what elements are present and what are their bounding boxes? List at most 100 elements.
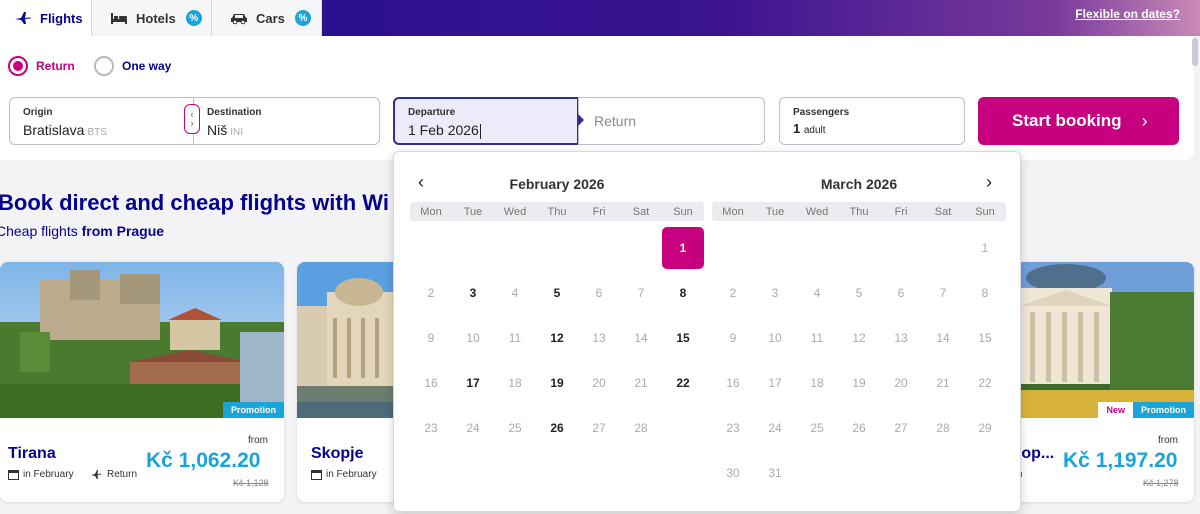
calendar-day[interactable]: 11 [494,317,536,359]
tab-label: Flights [40,10,83,26]
destination-field[interactable]: Destination Niš INI [193,97,380,145]
calendar-day[interactable]: 22 [662,362,704,404]
start-booking-button[interactable]: Start booking › [978,97,1179,145]
calendar-day[interactable]: 28 [620,407,662,449]
calendar-day[interactable]: 24 [754,407,796,449]
calendar-day[interactable]: 3 [452,272,494,314]
one-way-radio[interactable]: One way [94,56,171,76]
calendar-day[interactable]: 16 [410,362,452,404]
calendar-day[interactable]: 15 [662,317,704,359]
origin-field[interactable]: Origin Bratislava BTS [9,97,194,145]
weekday-label: Thu [547,206,567,218]
weekday-header: Mon Tue Wed Thu Fri Sat Sun [410,202,704,221]
calendar-day[interactable]: 26 [536,407,578,449]
calendar-day[interactable]: 17 [754,362,796,404]
calendar-day[interactable]: 2 [712,272,754,314]
calendar-day[interactable]: 5 [838,272,880,314]
date-picker: ‹ › February 2026 March 2026 Mon Tue Wed Th… [393,151,1021,512]
destination-value: Niš INI [207,122,243,138]
subheading-bold[interactable]: from Prague [82,223,164,239]
calendar-day[interactable]: 25 [494,407,536,449]
calendar-day[interactable]: 19 [536,362,578,404]
calendar-day[interactable]: 10 [754,317,796,359]
calendar-day[interactable]: 19 [838,362,880,404]
calendar-day[interactable]: 6 [880,272,922,314]
calendar-day[interactable]: 9 [410,317,452,359]
calendar-day[interactable]: 17 [452,362,494,404]
passengers-field[interactable]: Passengers 1 adult [779,97,965,145]
calendar-day[interactable]: 14 [922,317,964,359]
subheading-prefix: Cheap flights [0,223,82,239]
calendar-day[interactable]: 16 [712,362,754,404]
calendar-day[interactable]: 13 [578,317,620,359]
calendar-day[interactable]: 4 [494,272,536,314]
calendar-day[interactable]: 21 [922,362,964,404]
calendar-day[interactable]: 27 [880,407,922,449]
calendar-day[interactable]: 21 [620,362,662,404]
calendar-day[interactable]: 18 [494,362,536,404]
calendar-day[interactable]: 10 [452,317,494,359]
weekday-label: Fri [894,206,908,218]
calendar-day[interactable]: 9 [712,317,754,359]
flexible-dates-link[interactable]: Flexible on dates? [1075,7,1180,21]
calendar-day[interactable]: 25 [796,407,838,449]
calendar-day[interactable]: 28 [922,407,964,449]
tab-flights[interactable]: Flights [0,0,92,36]
month-title: March 2026 [820,176,898,192]
calendar-day[interactable]: 12 [536,317,578,359]
calendar-day[interactable]: 23 [410,407,452,449]
calendar-day[interactable]: 14 [620,317,662,359]
from-label: from [248,435,268,446]
calendar-day[interactable]: 5 [536,272,578,314]
calendar-day[interactable]: 12 [838,317,880,359]
weekday-label: Tue [463,206,483,218]
calendar-day[interactable]: 31 [754,452,796,494]
card-old-price: Kč 1,278 [1143,478,1179,488]
departure-field[interactable]: Departure 1 Feb 2026 [393,97,579,145]
card-old-price: Kč 1,128 [233,478,269,488]
passengers-label: Passengers [793,107,850,118]
card-price: Kč 1,197.20 [1063,449,1178,472]
calendar-day[interactable]: 29 [964,407,1006,449]
calendar-day[interactable]: 30 [712,452,754,494]
calendar-day[interactable]: 1 [964,227,1006,269]
calendar-day[interactable]: 15 [964,317,1006,359]
weekday-label: Wed [503,206,527,218]
calendar-day[interactable]: 1 [662,227,704,269]
calendar-day[interactable]: 20 [880,362,922,404]
calendar-day[interactable]: 23 [712,407,754,449]
calendar-day[interactable]: 8 [662,272,704,314]
origin-value: Bratislava BTS [23,122,107,138]
weekday-label: Thu [849,206,869,218]
calendar-day[interactable]: 3 [754,272,796,314]
calendar-day[interactable]: 2 [410,272,452,314]
tab-hotels[interactable]: Hotels % [92,0,212,36]
return-field[interactable]: Return [578,97,765,145]
calendar-day[interactable]: 18 [796,362,838,404]
calendar-day[interactable]: 20 [578,362,620,404]
swap-icon[interactable]: ‹ › [184,104,200,134]
return-radio[interactable]: Return [8,56,75,76]
tab-cars[interactable]: Cars % [212,0,322,36]
tag-row: New Promotion [1098,402,1194,418]
calendar-day[interactable]: 6 [578,272,620,314]
calendar-day[interactable]: 11 [796,317,838,359]
weekday-label: Sat [632,206,650,218]
calendar-day[interactable]: 7 [922,272,964,314]
calendar-day[interactable]: 27 [578,407,620,449]
destination-card-3[interactable]: New Promotion ...op... urn from Kč 1,197… [1000,262,1194,502]
calendar-day[interactable]: 4 [796,272,838,314]
radio-dot [8,56,28,76]
calendar-day[interactable]: 7 [620,272,662,314]
calendar-day[interactable]: 8 [964,272,1006,314]
calendar-day[interactable]: 22 [964,362,1006,404]
passengers-count: 1 [793,121,801,136]
calendar-day[interactable]: 26 [838,407,880,449]
calendar-day[interactable]: 24 [452,407,494,449]
scrollbar[interactable] [1192,38,1198,66]
weekday-label: Sun [975,206,995,218]
destination-card-tirana[interactable]: Promotion Tirana in February Return from… [0,262,284,502]
car-icon [230,11,248,25]
card-month-text: in February [326,469,377,480]
calendar-day[interactable]: 13 [880,317,922,359]
